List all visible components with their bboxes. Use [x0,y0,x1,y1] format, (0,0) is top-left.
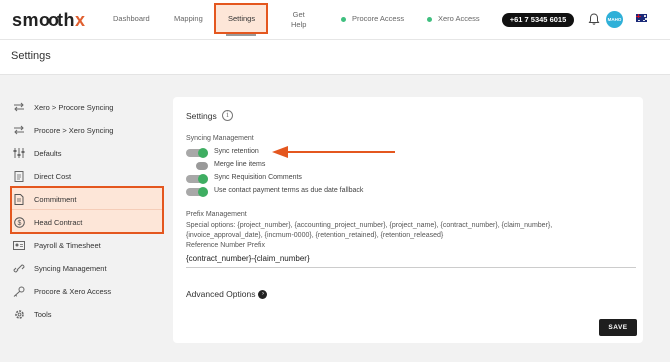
nav-settings[interactable]: Settings [228,14,255,23]
advanced-options-toggle[interactable]: Advanced Options › [186,289,268,299]
reference-prefix-label: Reference Number Prefix [186,242,265,249]
settings-card-title: Settings [186,111,217,121]
document-icon [12,170,26,182]
sidebar-item-procore-xero-syncing[interactable]: Procore > Xero Syncing [12,120,113,140]
top-nav-bar: smoothx Dashboard Mapping Settings Get H… [0,0,670,40]
merge-line-items-label: Merge line items [214,161,266,168]
sync-requisition-comments-toggle[interactable] [186,174,208,184]
sidebar-item-label: Syncing Management [34,263,107,273]
nav-active-underline [226,34,256,36]
link-icon [12,262,26,274]
nav-procore-access[interactable]: Procore Access [352,14,404,23]
advanced-options-label: Advanced Options [186,289,256,299]
prefix-management-heading: Prefix Management [186,211,247,218]
reference-prefix-input[interactable]: {contract_number}-{claim_number} [186,254,636,268]
annotation-arrow-icon [272,146,395,158]
sidebar-item-label: Defaults [34,148,62,158]
id-card-icon [12,239,26,251]
sidebar-item-tools[interactable]: Tools [12,304,52,324]
special-options-text: Special options: {project_number}, {acco… [186,222,553,239]
sidebar-item-label: Commitment [34,194,77,204]
sidebar-item-label: Procore & Xero Access [34,286,112,296]
phone-number-badge[interactable]: +61 7 5345 6015 [502,13,574,27]
sidebar-item-label: Procore > Xero Syncing [34,125,114,135]
file-icon [12,193,26,205]
payment-terms-fallback-toggle[interactable] [186,187,208,197]
sidebar-item-head-contract[interactable]: $ Head Contract [12,212,82,232]
key-icon [12,285,26,297]
gear-icon [12,308,26,320]
nav-get-help[interactable]: Get Help [291,10,306,30]
sidebar-item-label: Direct Cost [34,171,72,181]
sync-requisition-comments-label: Sync Requisition Comments [214,174,302,181]
sync-retention-toggle[interactable] [186,148,208,158]
merge-line-items-toggle[interactable] [186,161,208,171]
sidebar-item-commitment[interactable]: Commitment [12,189,77,209]
sidebar-item-direct-cost[interactable]: Direct Cost [12,166,71,186]
save-button[interactable]: SAVE [599,319,637,336]
arrows-swap-icon [12,124,26,136]
smoothx-logo[interactable]: smoothx [12,10,86,31]
australia-flag-icon[interactable] [636,14,647,22]
nav-help-line1: Get [292,10,305,19]
payment-terms-fallback-label: Use contact payment terms as due date fa… [214,187,364,194]
sidebar-item-label: Head Contract [34,217,83,227]
bell-icon[interactable] [587,12,601,26]
arrows-swap-icon [12,101,26,113]
sidebar-item-label: Xero > Procore Syncing [34,102,114,112]
sidebar-item-defaults[interactable]: Defaults [12,143,62,163]
avatar[interactable]: MAHO [606,11,623,28]
sidebar-divider [12,209,162,210]
settings-card [173,97,643,343]
sidebar-item-xero-procore-syncing[interactable]: Xero > Procore Syncing [12,97,113,117]
syncing-management-heading: Syncing Management [186,135,254,142]
procore-status-dot-icon [341,17,346,22]
info-icon[interactable]: i [222,110,233,121]
xero-status-dot-icon [427,17,432,22]
nav-xero-access[interactable]: Xero Access [438,14,480,23]
sidebar-item-payroll-timesheet[interactable]: Payroll & Timesheet [12,235,101,255]
nav-help-line2: Help [291,20,307,29]
sidebar-item-label: Tools [34,309,52,319]
svg-text:$: $ [17,220,21,227]
sliders-icon [12,147,26,159]
nav-mapping[interactable]: Mapping [174,14,203,23]
nav-dashboard[interactable]: Dashboard [113,14,150,23]
sync-retention-label: Sync retention [214,148,259,155]
chevron-right-icon: › [258,289,268,299]
sidebar-item-procore-xero-access[interactable]: Procore & Xero Access [12,281,111,301]
dollar-icon: $ [12,216,26,228]
sidebar-item-syncing-management[interactable]: Syncing Management [12,258,107,278]
page-header: Settings [0,40,670,75]
page-title: Settings [11,50,51,62]
sidebar-item-label: Payroll & Timesheet [34,240,101,250]
